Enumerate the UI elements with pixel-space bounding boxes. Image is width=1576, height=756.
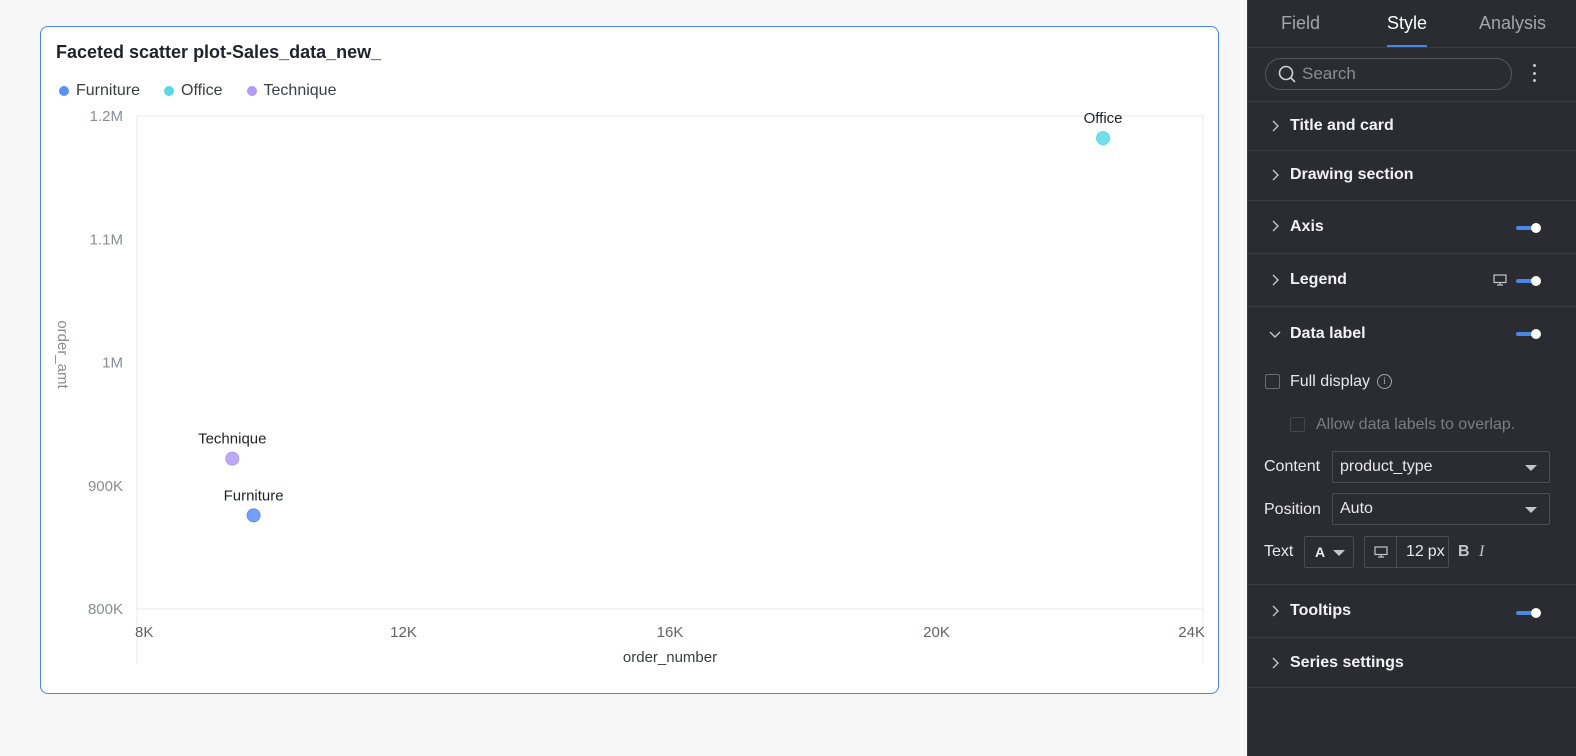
section-label: Tooltips [1290,602,1352,619]
scatter-chart: 800K 900K 1M 1.1M 1.2M 8K 12K 16K 20K 24K order_nu… [54,108,1205,666]
dropdown-caret-icon [1525,465,1537,471]
content-label: Content [1264,458,1321,475]
section-label: Data label [1290,325,1366,342]
more-options-icon[interactable] [1528,61,1540,85]
chart-card[interactable]: Faceted scatter plot-Sales_data_new_ Fur… [40,26,1219,694]
full-display-checkbox[interactable] [1265,374,1280,389]
device-icon-cell [1365,537,1397,567]
font-color-glyph: A [1315,544,1326,560]
chevron-right-icon [1272,657,1279,669]
search-icon [1278,65,1296,83]
chevron-right-icon [1272,120,1279,132]
allow-overlap-checkbox[interactable] [1290,417,1305,432]
data-label-toggle[interactable] [1516,327,1542,341]
y-tick-label: 1.1M [90,231,123,248]
section-drawing: Drawing section [1248,151,1576,201]
search-box[interactable] [1265,58,1512,90]
section-label: Legend [1290,271,1347,288]
section-label: Axis [1290,218,1324,235]
section-series: Series settings [1248,638,1576,688]
style-panel: Field Style Analysis Title and card Draw… [1247,0,1576,756]
active-tab-indicator [1387,45,1427,47]
scatter-point-technique [225,451,240,466]
x-tick-label: 24K [1178,624,1205,641]
y-tick-label: 1.2M [90,108,123,125]
data-label-technique: Technique [198,431,266,448]
section-tooltips-header[interactable]: Tooltips [1248,587,1576,635]
chevron-right-icon [1272,169,1279,181]
section-axis: Axis [1248,201,1576,254]
tooltips-toggle[interactable] [1516,606,1542,620]
x-tick-label: 8K [135,624,153,641]
allow-overlap-label: Allow data labels to overlap. [1316,416,1516,433]
content-select[interactable]: product_type [1332,451,1550,483]
section-label: Series settings [1290,654,1404,671]
dropdown-caret-icon [1525,507,1537,513]
data-label-office: Office [1084,110,1123,127]
section-data-label-header[interactable]: Data label [1248,310,1576,358]
axis-toggle[interactable] [1516,221,1542,235]
section-legend-header[interactable]: Legend [1248,254,1576,306]
search-input[interactable] [1302,64,1502,84]
x-tick-label: 12K [390,624,417,641]
x-axis-title: order_number [623,649,717,666]
section-data-label: Data label Full display i Allow data lab… [1248,307,1576,585]
font-size-input[interactable]: 12 px [1364,536,1449,568]
legend-toggle[interactable] [1516,274,1542,288]
font-size-unit: px [1427,543,1445,560]
info-icon[interactable]: i [1377,374,1392,389]
section-legend: Legend [1248,254,1576,307]
position-select-value: Auto [1340,500,1373,517]
italic-button[interactable]: I [1479,543,1484,561]
chevron-right-icon [1272,220,1279,232]
section-title-card-header[interactable]: Title and card [1248,102,1576,150]
tab-style[interactable]: Style [1387,13,1427,34]
chevron-right-icon [1272,605,1279,617]
section-axis-header[interactable]: Axis [1248,201,1576,253]
search-row [1248,48,1576,102]
section-label: Drawing section [1290,166,1414,183]
monitor-icon[interactable] [1493,274,1507,286]
x-tick-label: 20K [923,624,950,641]
y-tick-label: 800K [88,601,123,618]
content-select-value: product_type [1340,458,1433,475]
y-tick-label: 1M [102,355,123,372]
scatter-point-office [1096,131,1111,146]
text-label: Text [1264,543,1294,560]
bold-button[interactable]: B [1458,543,1470,561]
section-label: Title and card [1290,117,1394,134]
chevron-right-icon [1272,274,1279,286]
section-drawing-header[interactable]: Drawing section [1248,151,1576,199]
position-select[interactable]: Auto [1332,493,1550,525]
font-color-select[interactable]: A [1304,536,1354,568]
full-display-label: Full display [1290,373,1371,390]
monitor-icon [1373,546,1388,558]
section-series-header[interactable]: Series settings [1248,639,1576,687]
scatter-point-furniture [246,508,261,523]
panel-tabs: Field Style Analysis [1248,0,1576,48]
data-label-furniture: Furniture [224,487,284,504]
section-tooltips: Tooltips [1248,585,1576,638]
chevron-down-icon [1269,331,1281,338]
tab-field[interactable]: Field [1281,13,1320,34]
section-title-card: Title and card [1248,102,1576,151]
x-tick-label: 16K [657,624,684,641]
position-label: Position [1264,501,1321,518]
y-tick-label: 900K [88,478,123,495]
font-size-value: 12 [1406,543,1424,560]
dropdown-caret-icon [1333,550,1345,556]
tab-analysis[interactable]: Analysis [1479,13,1546,34]
y-axis-title: order_amt [54,320,71,389]
